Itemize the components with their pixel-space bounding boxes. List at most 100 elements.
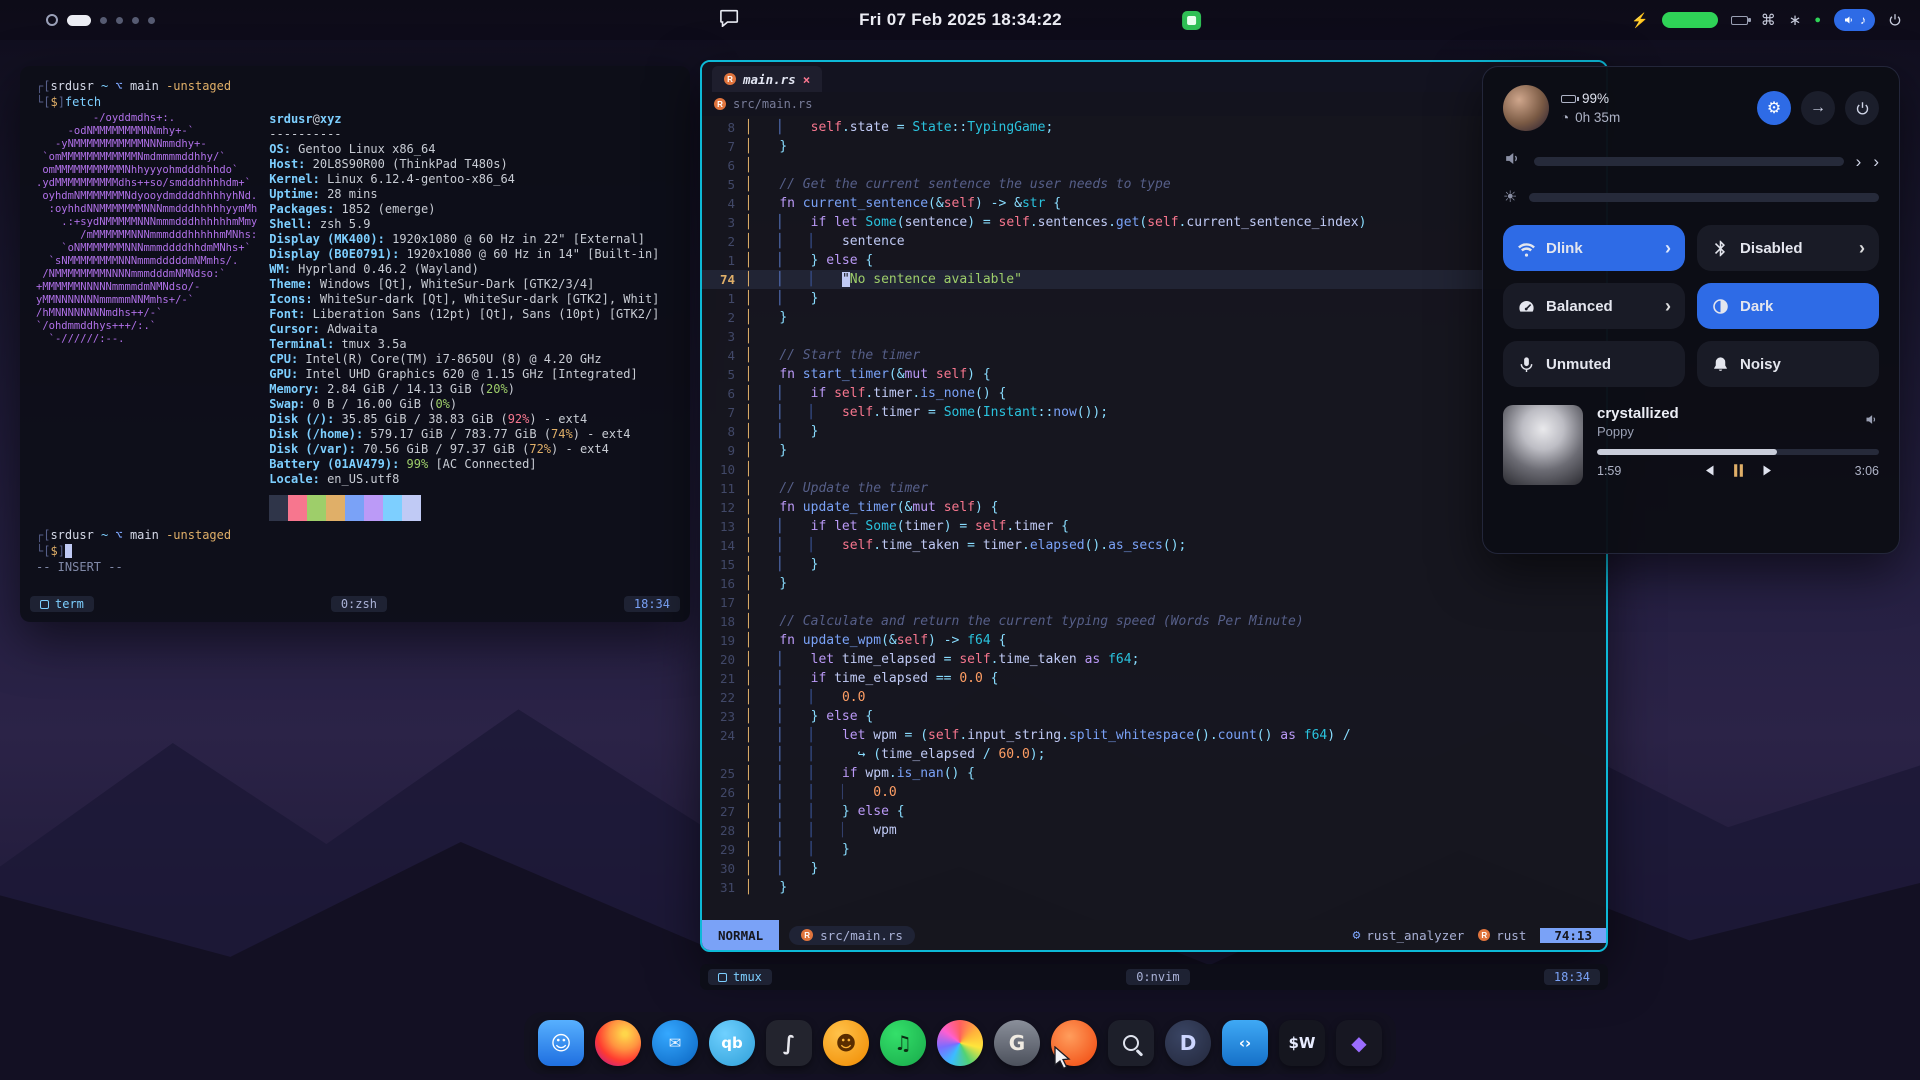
user-avatar[interactable] [1503,85,1549,131]
dock-vscode-icon[interactable]: ‹› [1222,1020,1268,1066]
workspace-indicators[interactable] [46,14,155,26]
dock-photos-icon[interactable] [937,1020,983,1066]
toggle-dlink[interactable]: Dlink› [1503,225,1685,271]
terminal-window[interactable]: ┌[srdusr ~ ⌥ main -unstaged └[$]fetch -/… [20,66,690,622]
chevron-right-icon[interactable]: › [1859,238,1865,259]
spotify-dot-icon[interactable]: ● [1814,14,1821,26]
code-line[interactable]: 28▏ ▏ ▏ ▏ wpm [702,821,1606,840]
code-line[interactable]: 1▏ ▏ } [702,289,1606,308]
dock-qbittorrent-icon[interactable]: qb [709,1020,755,1066]
toggle-disabled[interactable]: Disabled› [1697,225,1879,271]
dock-shell-icon[interactable]: ∫ [766,1020,812,1066]
code-line[interactable]: 21▏ ▏ if time_elapsed == 0.0 { [702,669,1606,688]
code-line[interactable]: 5▏ fn start_timer(&mut self) { [702,365,1606,384]
code-line[interactable]: 7▏ } [702,137,1606,156]
tmux-window-pill[interactable]: 0:zsh [331,596,387,612]
battery-pill[interactable] [1662,12,1718,28]
logout-arrow-button[interactable]: → [1801,91,1835,125]
code-line[interactable]: 2▏ } [702,308,1606,327]
code-line[interactable]: 31▏ } [702,878,1606,897]
code-line[interactable]: 29▏ ▏ ▏ } [702,840,1606,859]
code-line[interactable]: 3▏ ▏ if let Some(sentence) = self.senten… [702,213,1606,232]
code-line[interactable]: 4▏ fn current_sentence(&self) -> &str { [702,194,1606,213]
code-line[interactable]: 25▏ ▏ ▏ if wpm.is_nan() { [702,764,1606,783]
prompt-cursor-line[interactable]: └[$] [36,543,676,559]
chevron-right-icon[interactable]: › [1665,238,1671,259]
dock-file-manager-icon[interactable]: ☺ [538,1020,584,1066]
workspace-active-pill[interactable] [67,15,91,26]
fan-icon[interactable]: ∗ [1789,11,1802,29]
dock-firefox-icon[interactable] [595,1020,641,1066]
volume-pill[interactable]: ♪ [1834,9,1875,31]
code-line[interactable]: 27▏ ▏ ▏ } else { [702,802,1606,821]
code-line[interactable]: 8▏ ▏ self.state = State::TypingGame; [702,118,1606,137]
tmux-window-pill[interactable]: 0:nvim [1126,969,1189,985]
brightness-slider[interactable] [1529,193,1879,202]
code-line[interactable]: 30▏ ▏ } [702,859,1606,878]
code-line[interactable]: 13▏ ▏ if let Some(timer) = self.timer { [702,517,1606,536]
neovim-window[interactable]: R main.rs × R src/main.rs 8▏ ▏ self.stat… [700,60,1608,952]
toggle-dark[interactable]: Dark [1697,283,1879,329]
bolt-icon[interactable]: ⚡ [1631,12,1648,29]
dock-search-icon[interactable] [1108,1020,1154,1066]
code-line[interactable]: 4▏ // Start the timer [702,346,1606,365]
code-line[interactable]: 7▏ ▏ ▏ self.timer = Some(Instant::now())… [702,403,1606,422]
code-line[interactable]: 20▏ ▏ let time_elapsed = self.time_taken… [702,650,1606,669]
dock-wezterm-icon[interactable]: $W [1279,1020,1325,1066]
code-line[interactable]: 3▏ [702,327,1606,346]
code-line[interactable]: 10▏ [702,460,1606,479]
code-line[interactable]: 26▏ ▏ ▏ ▏ 0.0 [702,783,1606,802]
code-line[interactable]: 15▏ ▏ } [702,555,1606,574]
code-line[interactable]: 24▏ ▏ ▏ let wpm = (self.input_string.spl… [702,726,1606,745]
dock-gimp-icon[interactable]: G [994,1020,1040,1066]
code-line[interactable]: 6▏ ▏ if self.timer.is_none() { [702,384,1606,403]
pause-button[interactable] [1732,463,1745,478]
toggle-unmuted[interactable]: Unmuted [1503,341,1685,387]
messenger-icon[interactable] [1182,11,1201,30]
toggle-noisy[interactable]: Noisy [1697,341,1879,387]
workspace-dot-icon[interactable] [100,17,107,24]
tray-battery-icon[interactable] [1731,16,1748,25]
code-line[interactable]: 6▏ [702,156,1606,175]
chevron-right-icon[interactable]: › [1856,153,1862,170]
command-key-icon[interactable]: ⌘ [1761,11,1776,29]
tab-close-icon[interactable]: × [803,72,811,87]
chevron-right-icon[interactable]: › [1665,296,1671,317]
dock-discord-icon[interactable]: D [1165,1020,1211,1066]
code-line[interactable]: ▏ ▏ ▏ ↪ (time_elapsed / 60.0); [702,745,1606,764]
media-output-speaker-icon[interactable] [1864,412,1879,432]
tab-main-rs[interactable]: R main.rs × [712,66,822,92]
tmux-session-pill[interactable]: term [30,596,94,612]
volume-slider[interactable] [1534,157,1844,166]
code-line[interactable]: 2▏ ▏ ▏ sentence [702,232,1606,251]
next-track-button[interactable] [1761,464,1776,477]
code-line[interactable]: 8▏ ▏ } [702,422,1606,441]
code-line[interactable]: 23▏ ▏ } else { [702,707,1606,726]
chevron-right-icon[interactable]: › [1873,153,1879,170]
code-line[interactable]: 14▏ ▏ ▏ self.time_taken = timer.elapsed(… [702,536,1606,555]
media-progress-bar[interactable] [1597,449,1879,455]
power-button[interactable] [1845,91,1879,125]
previous-track-button[interactable] [1701,464,1716,477]
code-line[interactable]: 11▏ // Update the timer [702,479,1606,498]
dock-spotify-icon[interactable]: ♫ [880,1020,926,1066]
code-line[interactable]: 17▏ [702,593,1606,612]
clock-date[interactable]: Fri 07 Feb 2025 18:34:22 [859,10,1062,30]
workspace-ring-icon[interactable] [46,14,58,26]
code-buffer[interactable]: 8▏ ▏ self.state = State::TypingGame;7▏ }… [702,116,1606,920]
workspace-dot-icon[interactable] [116,17,123,24]
code-line[interactable]: 74▏ ▏ ▏ "No sentence available" [702,270,1606,289]
workspace-dot-icon[interactable] [148,17,155,24]
settings-gear-button[interactable]: ⚙ [1757,91,1791,125]
tmux-session-pill[interactable]: tmux [708,969,772,985]
power-icon[interactable] [1888,13,1902,27]
code-line[interactable]: 19▏ fn update_wpm(&self) -> f64 { [702,631,1606,650]
code-line[interactable]: 12▏ fn update_timer(&mut self) { [702,498,1606,517]
code-line[interactable]: 16▏ } [702,574,1606,593]
chat-bubble-icon[interactable] [719,9,739,32]
toggle-balanced[interactable]: Balanced› [1503,283,1685,329]
code-line[interactable]: 9▏ } [702,441,1606,460]
dock-obsidian-icon[interactable]: ◆ [1336,1020,1382,1066]
code-line[interactable]: 18▏ // Calculate and return the current … [702,612,1606,631]
dock-jdownloader-icon[interactable]: ☻ [823,1020,869,1066]
